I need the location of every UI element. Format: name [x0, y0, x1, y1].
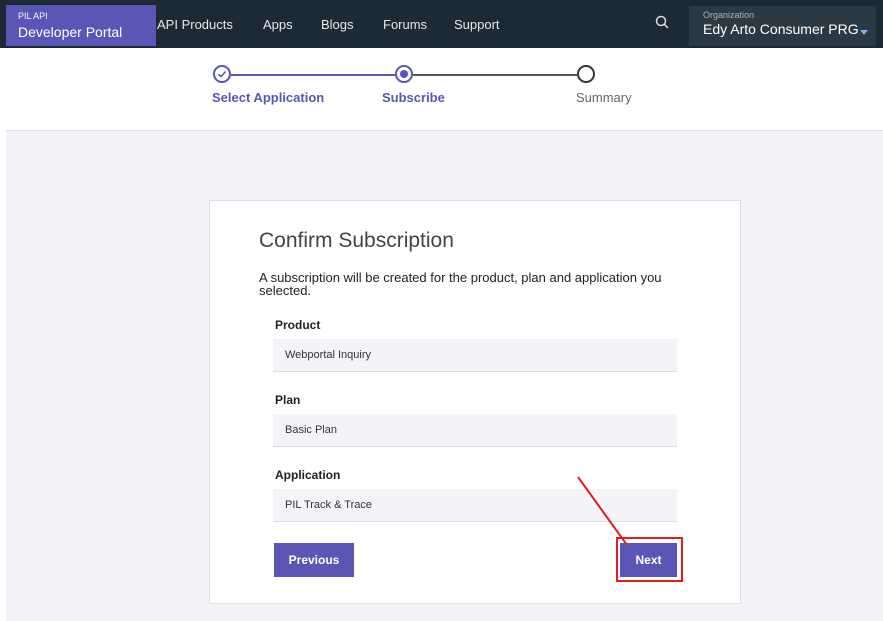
- top-navigation-bar: PIL API Developer Portal API Products Ap…: [0, 0, 883, 48]
- previous-button[interactable]: Previous: [274, 543, 354, 577]
- nav-item-api-products[interactable]: API Products: [157, 17, 233, 33]
- plan-label: Plan: [275, 393, 301, 407]
- product-field: Webportal Inquiry: [273, 339, 677, 372]
- step-label-subscribe: Subscribe: [382, 90, 445, 105]
- nav-item-blogs[interactable]: Blogs: [321, 17, 354, 33]
- nav-item-support[interactable]: Support: [454, 17, 500, 33]
- brand-subtitle: PIL API: [18, 11, 48, 21]
- stepper-connector: [231, 74, 395, 76]
- card-title: Confirm Subscription: [259, 229, 454, 252]
- search-icon[interactable]: [653, 13, 673, 33]
- chevron-down-icon: [860, 30, 868, 35]
- card-description: A subscription will be created for the p…: [259, 270, 662, 298]
- step-label-summary: Summary: [576, 90, 632, 105]
- upcoming-step-icon: [577, 65, 595, 83]
- brand-title: Developer Portal: [18, 24, 123, 40]
- step-label-select-application: Select Application: [212, 90, 325, 105]
- product-label: Product: [275, 318, 321, 332]
- organization-name: Edy Arto Consumer PRG: [703, 21, 859, 37]
- nav-item-apps[interactable]: Apps: [263, 17, 293, 33]
- portal-brand[interactable]: PIL API Developer Portal: [6, 5, 156, 46]
- check-icon: [213, 65, 231, 83]
- next-button-highlight: [616, 537, 683, 582]
- current-step-icon: [395, 65, 413, 83]
- application-field: PIL Track & Trace: [273, 489, 677, 522]
- organization-selector[interactable]: Organization Edy Arto Consumer PRG: [689, 6, 876, 46]
- application-label: Application: [275, 468, 341, 482]
- plan-field: Basic Plan: [273, 414, 677, 447]
- nav-item-forums[interactable]: Forums: [383, 17, 427, 33]
- stepper-connector: [413, 74, 577, 76]
- organization-label: Organization: [703, 10, 755, 20]
